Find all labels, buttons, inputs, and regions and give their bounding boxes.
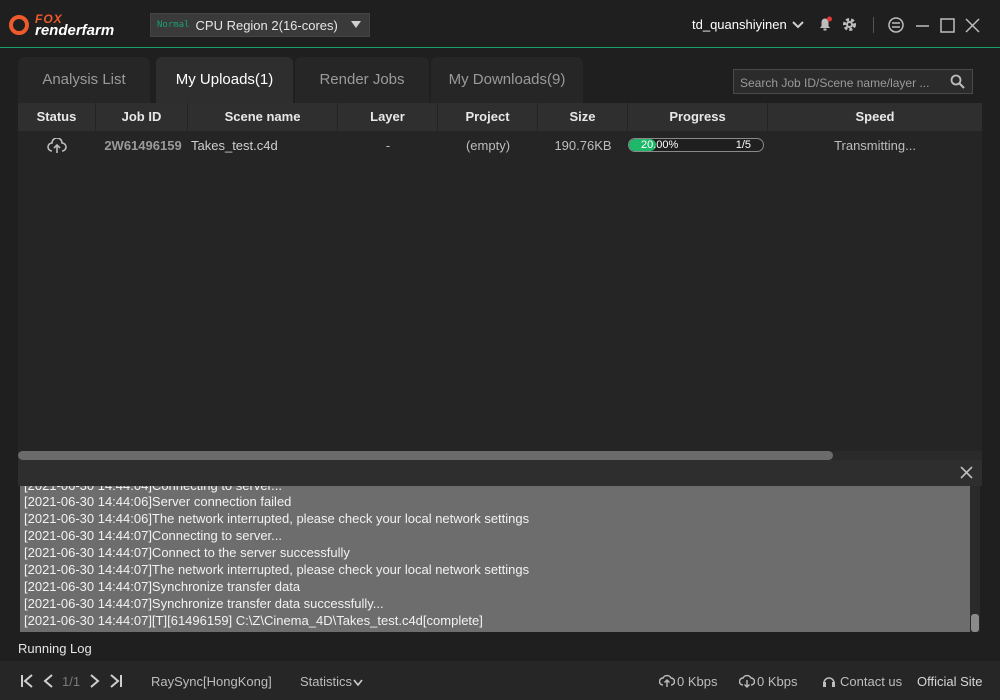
region-selector[interactable]: Normal CPU Region 2(16-cores) [150, 13, 370, 37]
username[interactable]: td_quanshiyinen [692, 17, 787, 32]
log-header [18, 460, 982, 486]
first-page-icon[interactable] [20, 674, 34, 688]
log-line: [2021-06-30 14:44:07]Synchronize transfe… [24, 596, 384, 611]
page-indicator: 1/1 [62, 674, 81, 689]
logo-name-text: renderfarm [35, 22, 115, 39]
size: 190.76KB [554, 138, 612, 153]
close-icon[interactable] [965, 18, 980, 33]
col-scene-name[interactable]: Scene name [188, 103, 338, 131]
close-log-icon[interactable] [960, 466, 973, 479]
log-line: [2021-06-30 14:44:07]Connect to the serv… [24, 545, 350, 560]
log-line: [2021-06-30 14:44:06]The network interru… [24, 511, 530, 526]
bell-icon[interactable] [817, 16, 833, 32]
log-line: [2021-06-30 14:44:07][T][61496159] C:\Z\… [24, 613, 483, 628]
download-speed-icon [739, 674, 755, 688]
user-menu-chevron-icon[interactable] [792, 20, 804, 30]
speed: Transmitting... [834, 138, 916, 153]
col-progress[interactable]: Progress [628, 103, 768, 131]
horizontal-scrollbar[interactable] [18, 451, 982, 460]
search-box [733, 69, 973, 94]
region-label: CPU Region 2(16-cores) [195, 17, 338, 33]
col-job-id[interactable]: Job ID [96, 103, 188, 131]
running-log[interactable]: [2021-06-30 14:44:04]Connecting to serve… [20, 486, 970, 632]
transfer-engine[interactable]: RaySync[HongKong] [151, 674, 272, 689]
divider [873, 17, 874, 33]
table-header: Status Job ID Scene name Layer Project S… [18, 103, 982, 131]
app-logo: FOX renderfarm [9, 11, 139, 39]
upload-speed-icon [659, 674, 675, 687]
title-bar: FOX renderfarm Normal CPU Region 2(16-co… [0, 0, 1000, 48]
tab-analysis-list[interactable]: Analysis List [18, 57, 150, 103]
chevron-down-icon [351, 21, 361, 28]
statistics-menu[interactable]: Statistics [300, 674, 352, 689]
statistics-chevron-icon[interactable] [353, 679, 363, 687]
job-id: 2W61496159 [104, 138, 182, 153]
official-site-link[interactable]: Official Site [917, 674, 983, 689]
maximize-icon[interactable] [940, 18, 955, 33]
progress-bar: 20.00% 1/5 [628, 138, 764, 152]
log-line: [2021-06-30 14:44:07]The network interru… [24, 562, 530, 577]
project: (empty) [465, 138, 511, 153]
tab-render-jobs[interactable]: Render Jobs [295, 57, 429, 103]
tab-my-downloads[interactable]: My Downloads(9) [431, 57, 583, 103]
logo-ring-icon [9, 15, 29, 35]
region-tag: Normal [157, 20, 190, 30]
log-scrollbar[interactable] [970, 486, 980, 632]
col-speed[interactable]: Speed [768, 103, 982, 131]
scene-name: Takes_test.c4d [191, 138, 278, 153]
col-layer[interactable]: Layer [338, 103, 438, 131]
progress-count: 1/5 [735, 139, 751, 151]
upload-cloud-icon [47, 138, 67, 153]
col-status[interactable]: Status [18, 103, 96, 131]
headset-icon[interactable] [822, 674, 836, 688]
log-line: [2021-06-30 14:44:07]Synchronize transfe… [24, 579, 301, 594]
log-line: [2021-06-30 14:44:06]Server connection f… [24, 494, 292, 509]
running-log-label[interactable]: Running Log [18, 641, 92, 656]
next-page-icon[interactable] [89, 674, 101, 688]
col-size[interactable]: Size [538, 103, 628, 131]
scrollbar-thumb[interactable] [18, 451, 833, 460]
uploads-table: Status Job ID Scene name Layer Project S… [18, 103, 982, 460]
col-project[interactable]: Project [438, 103, 538, 131]
layer: - [385, 138, 391, 153]
previous-page-icon[interactable] [42, 674, 54, 688]
upload-speed: 0 Kbps [677, 674, 718, 689]
tab-my-uploads[interactable]: My Uploads(1) [156, 57, 293, 103]
log-line: [2021-06-30 14:44:07]Connecting to serve… [24, 528, 283, 543]
search-icon[interactable] [950, 74, 965, 89]
download-speed: 0 Kbps [757, 674, 798, 689]
transfer-icon[interactable] [888, 17, 904, 33]
minimize-icon[interactable] [915, 18, 930, 33]
progress-percent: 20.00% [641, 139, 679, 151]
table-row[interactable]: 2W61496159 Takes_test.c4d - (empty) 190.… [18, 132, 982, 160]
status-bar: 1/1 RaySync[HongKong] Statistics 0 Kbps … [0, 661, 1000, 700]
search-input[interactable] [738, 72, 947, 93]
last-page-icon[interactable] [109, 674, 123, 688]
accent-line [0, 47, 1000, 48]
contact-us-link[interactable]: Contact us [840, 674, 902, 689]
log-scrollbar-thumb[interactable] [971, 614, 979, 632]
gear-icon[interactable] [841, 16, 858, 33]
